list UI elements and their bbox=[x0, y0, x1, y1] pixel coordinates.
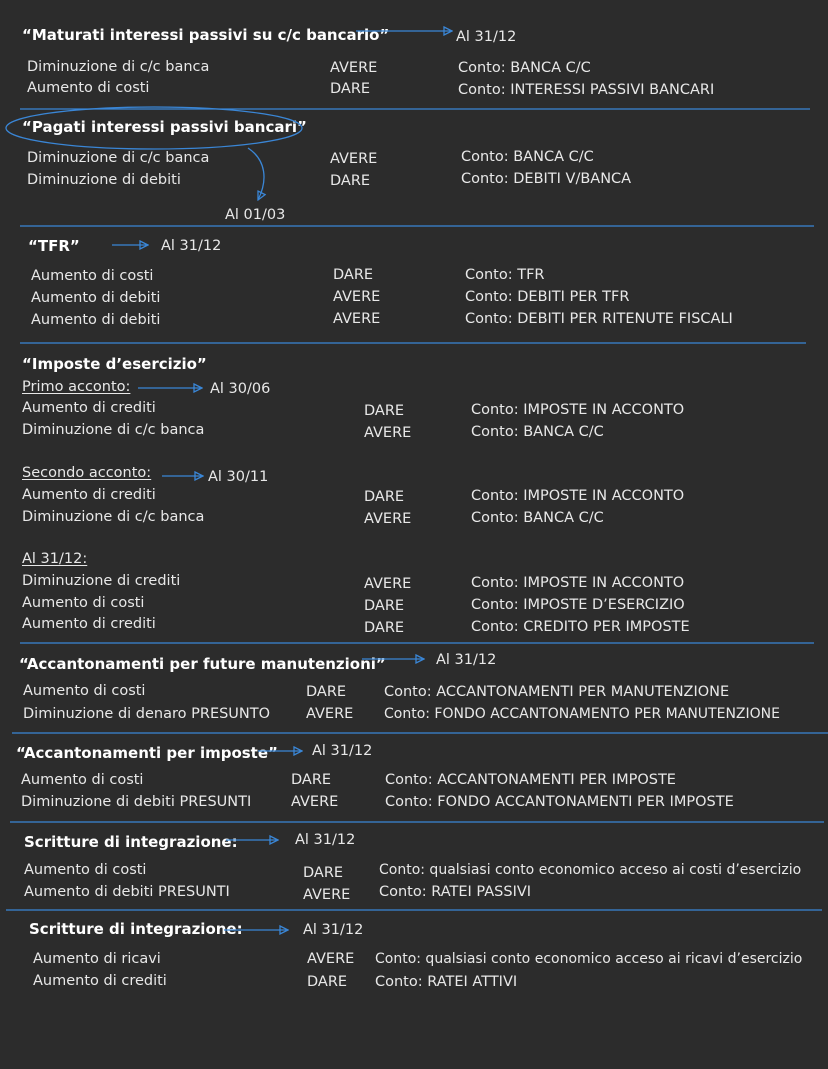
entry-conto: Conto: FONDO ACCANTONAMENTO PER MANUTENZ… bbox=[384, 706, 780, 722]
entry-side: AVERE bbox=[307, 951, 355, 967]
section-date: Al 31/12 bbox=[312, 743, 373, 759]
entry-desc: Aumento di crediti bbox=[22, 616, 156, 632]
entry-side: DARE bbox=[291, 772, 332, 788]
entry-side: AVERE bbox=[333, 289, 381, 305]
entry-desc: Diminuzione di crediti bbox=[22, 573, 181, 589]
entry-desc: Aumento di costi bbox=[22, 595, 145, 611]
section-date: Al 31/12 bbox=[295, 832, 356, 848]
entry-side: DARE bbox=[364, 598, 405, 614]
entry-side: AVERE bbox=[364, 511, 412, 527]
entry-conto: Conto: BANCA C/C bbox=[471, 510, 604, 526]
group-date: Al 30/11 bbox=[208, 469, 269, 485]
group-label: Al 31/12: bbox=[22, 551, 88, 567]
section-date: Al 31/12 bbox=[161, 238, 222, 254]
entry-conto: Conto: IMPOSTE IN ACCONTO bbox=[471, 402, 685, 418]
entry-conto: Conto: RATEI PASSIVI bbox=[379, 884, 532, 900]
entry-desc: Diminuzione di c/c banca bbox=[22, 422, 205, 438]
entry-desc: Aumento di crediti bbox=[33, 973, 167, 989]
entry-desc: Diminuzione di c/c banca bbox=[22, 509, 205, 525]
section-date: Al 31/12 bbox=[303, 922, 364, 938]
entry-side: DARE bbox=[330, 81, 371, 97]
entry-conto: Conto: qualsiasi conto economico acceso … bbox=[375, 951, 803, 967]
entry-conto: Conto: DEBITI V/BANCA bbox=[461, 171, 632, 187]
group-date: Al 30/06 bbox=[210, 381, 271, 397]
entry-desc: Aumento di ricavi bbox=[33, 951, 161, 967]
entry-side: DARE bbox=[303, 865, 344, 881]
entry-desc: Aumento di costi bbox=[24, 862, 147, 878]
entry-desc: Aumento di debiti PRESUNTI bbox=[24, 884, 230, 900]
entry-conto: Conto: IMPOSTE IN ACCONTO bbox=[471, 575, 685, 591]
entry-desc: Aumento di costi bbox=[27, 80, 150, 96]
entry-desc: Diminuzione di debiti PRESUNTI bbox=[21, 794, 252, 810]
entry-desc: Aumento di costi bbox=[31, 268, 154, 284]
entry-conto: Conto: TFR bbox=[465, 267, 545, 283]
entry-conto: Conto: IMPOSTE D’ESERCIZIO bbox=[471, 597, 685, 613]
entry-conto: Conto: BANCA C/C bbox=[471, 424, 604, 440]
entry-desc: Aumento di debiti bbox=[31, 290, 161, 306]
entry-side: DARE bbox=[364, 489, 405, 505]
section-date: Al 31/12 bbox=[436, 652, 497, 668]
entry-side: DARE bbox=[364, 403, 405, 419]
entry-conto: Conto: RATEI ATTIVI bbox=[375, 974, 518, 990]
section-title: “TFR” bbox=[28, 237, 80, 255]
entry-conto: Conto: INTERESSI PASSIVI BANCARI bbox=[458, 82, 715, 98]
entry-conto: Conto: CREDITO PER IMPOSTE bbox=[471, 619, 690, 635]
entry-desc: Aumento di crediti bbox=[22, 400, 156, 416]
section-date: Al 01/03 bbox=[225, 207, 286, 223]
section-title: “Accantonamenti per imposte” bbox=[16, 744, 278, 762]
section-title: Scritture di integrazione: bbox=[29, 920, 243, 938]
group-label: Secondo acconto: bbox=[22, 465, 152, 481]
entry-desc: Diminuzione di c/c banca bbox=[27, 59, 210, 75]
section-title: “Imposte d’esercizio” bbox=[22, 355, 207, 373]
entry-conto: Conto: DEBITI PER RITENUTE FISCALI bbox=[465, 311, 733, 327]
section-title: “Maturati interessi passivi su c/c banca… bbox=[22, 26, 390, 44]
entry-side: AVERE bbox=[333, 311, 381, 327]
entry-side: DARE bbox=[333, 267, 374, 283]
entry-side: DARE bbox=[330, 173, 371, 189]
entry-side: AVERE bbox=[364, 576, 412, 592]
entry-side: DARE bbox=[364, 620, 405, 636]
entry-conto: Conto: ACCANTONAMENTI PER MANUTENZIONE bbox=[384, 684, 730, 700]
entry-desc: Aumento di costi bbox=[23, 683, 146, 699]
section-title: Scritture di integrazione: bbox=[24, 833, 238, 851]
entry-conto: Conto: qualsiasi conto economico acceso … bbox=[379, 862, 802, 878]
entry-side: AVERE bbox=[303, 887, 351, 903]
entry-desc: Diminuzione di denaro PRESUNTO bbox=[23, 706, 271, 722]
entry-conto: Conto: DEBITI PER TFR bbox=[465, 289, 630, 305]
entry-side: DARE bbox=[307, 974, 348, 990]
entry-side: AVERE bbox=[291, 794, 339, 810]
entry-side: AVERE bbox=[330, 60, 378, 76]
group-label: Primo acconto: bbox=[22, 379, 131, 395]
entry-desc: Aumento di costi bbox=[21, 772, 144, 788]
entry-conto: Conto: BANCA C/C bbox=[458, 60, 591, 76]
section-date: Al 31/12 bbox=[456, 29, 517, 45]
entry-desc: Diminuzione di debiti bbox=[27, 172, 181, 188]
entry-desc: Aumento di debiti bbox=[31, 312, 161, 328]
entry-conto: Conto: IMPOSTE IN ACCONTO bbox=[471, 488, 685, 504]
entry-conto: Conto: BANCA C/C bbox=[461, 149, 594, 165]
entry-desc: Diminuzione di c/c banca bbox=[27, 150, 210, 166]
entry-conto: Conto: ACCANTONAMENTI PER IMPOSTE bbox=[385, 772, 676, 788]
arrow-curve-down-icon bbox=[247, 147, 264, 200]
section-title: “Pagati interessi passivi bancari” bbox=[22, 118, 307, 136]
entry-side: DARE bbox=[306, 684, 347, 700]
entry-desc: Aumento di crediti bbox=[22, 487, 156, 503]
entry-conto: Conto: FONDO ACCANTONAMENTI PER IMPOSTE bbox=[385, 794, 734, 810]
entry-side: AVERE bbox=[330, 151, 378, 167]
entry-side: AVERE bbox=[306, 706, 354, 722]
entry-side: AVERE bbox=[364, 425, 412, 441]
section-title: “Accantonamenti per future manutenzioni” bbox=[19, 655, 386, 673]
